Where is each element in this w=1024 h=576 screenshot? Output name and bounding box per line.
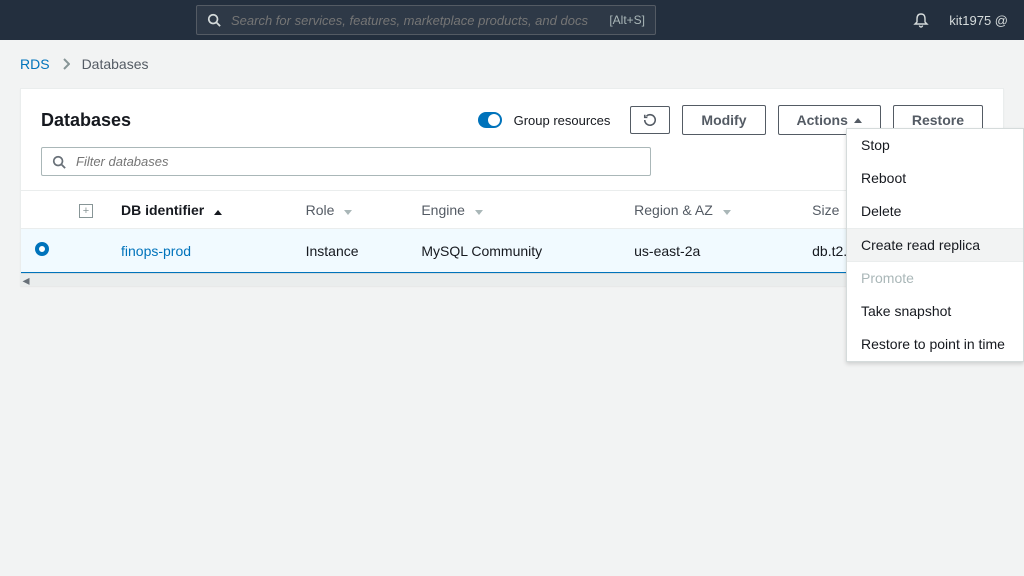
search-icon (52, 155, 66, 169)
col-identifier[interactable]: DB identifier (107, 191, 292, 229)
breadcrumb-root[interactable]: RDS (20, 56, 50, 72)
row-region: us-east-2a (620, 229, 798, 273)
action-restore-point-in-time[interactable]: Restore to point in time (847, 328, 1023, 361)
col-size-label: Size (812, 202, 839, 218)
modify-button[interactable]: Modify (682, 105, 765, 135)
refresh-button[interactable] (630, 106, 670, 134)
caret-up-icon (854, 118, 862, 123)
breadcrumb: RDS Databases (0, 40, 1024, 88)
group-resources-label: Group resources (514, 113, 611, 128)
col-region[interactable]: Region & AZ (620, 191, 798, 229)
sort-asc-icon (214, 210, 222, 215)
action-reboot[interactable]: Reboot (847, 162, 1023, 195)
actions-dropdown: Stop Reboot Delete Create read replica P… (846, 128, 1024, 362)
action-take-snapshot[interactable]: Take snapshot (847, 295, 1023, 328)
action-stop[interactable]: Stop (847, 129, 1023, 162)
search-shortcut: [Alt+S] (609, 13, 645, 27)
row-role: Instance (292, 229, 408, 273)
group-resources-toggle[interactable] (478, 112, 502, 128)
col-role[interactable]: Role (292, 191, 408, 229)
search-icon (207, 13, 221, 27)
filter-box[interactable] (41, 147, 651, 176)
col-role-label: Role (306, 202, 335, 218)
bell-icon[interactable] (913, 12, 929, 28)
search-input[interactable] (231, 13, 599, 28)
row-engine: MySQL Community (407, 229, 620, 273)
sort-icon (475, 210, 483, 215)
user-menu[interactable]: kit1975 @ (949, 13, 1008, 28)
chevron-right-icon (62, 58, 70, 70)
scroll-left-icon[interactable]: ◂ (21, 274, 31, 285)
col-region-label: Region & AZ (634, 202, 713, 218)
row-radio[interactable] (35, 242, 49, 256)
expand-all-icon[interactable]: + (79, 204, 93, 218)
db-identifier-link[interactable]: finops-prod (121, 243, 191, 259)
filter-input[interactable] (76, 154, 640, 169)
col-identifier-label: DB identifier (121, 202, 204, 218)
breadcrumb-current: Databases (82, 56, 149, 72)
col-engine-label: Engine (421, 202, 465, 218)
sort-icon (344, 210, 352, 215)
top-nav: [Alt+S] kit1975 @ (0, 0, 1024, 40)
sort-icon (723, 210, 731, 215)
col-engine[interactable]: Engine (407, 191, 620, 229)
actions-button-label: Actions (797, 112, 848, 128)
page-title: Databases (41, 110, 131, 131)
action-delete[interactable]: Delete (847, 195, 1023, 228)
refresh-icon (643, 113, 657, 127)
global-search[interactable]: [Alt+S] (196, 5, 656, 35)
action-promote: Promote (847, 262, 1023, 295)
action-create-read-replica[interactable]: Create read replica (847, 228, 1023, 262)
